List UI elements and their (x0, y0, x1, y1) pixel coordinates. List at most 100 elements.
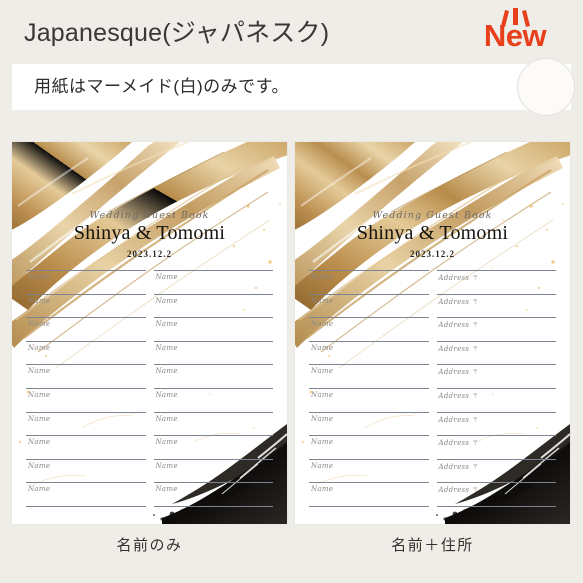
table-row: Name Address 〒 (309, 293, 556, 318)
name-field[interactable]: Name (26, 340, 146, 365)
name-label: Name (155, 273, 178, 281)
name-field[interactable]: Name (309, 411, 429, 436)
name-label: Name (311, 390, 334, 399)
address-field[interactable]: Address 〒 (436, 340, 556, 365)
product-card-name-plus-address[interactable]: Wedding Guest Book Shinya & Tomomi 2023.… (295, 142, 570, 524)
address-field[interactable]: Address 〒 (436, 364, 556, 388)
event-date: 2023.12.2 (127, 249, 172, 259)
name-label: Name (28, 273, 51, 281)
table-row: Name Name (26, 293, 273, 318)
address-label: Address 〒 (438, 274, 479, 282)
closing-rule-right (153, 505, 273, 507)
name-field[interactable]: Name (153, 270, 273, 294)
address-field[interactable]: Address 〒 (436, 435, 556, 459)
name-field[interactable]: Name (309, 482, 429, 506)
name-field[interactable]: Name (26, 293, 146, 318)
name-label: Name (155, 367, 178, 376)
name-field[interactable]: Name (26, 411, 146, 436)
table-row: Name Name (26, 411, 273, 436)
name-field[interactable]: Name (26, 270, 146, 294)
name-label: Name (311, 343, 334, 352)
name-label: Name (28, 367, 51, 376)
closing-rule-left (309, 505, 429, 507)
address-field[interactable]: Address 〒 (436, 317, 556, 341)
name-field[interactable]: Name (26, 435, 146, 459)
event-date: 2023.12.2 (410, 249, 455, 259)
address-field[interactable]: Address 〒 (436, 482, 556, 506)
name-label: Name (311, 273, 334, 281)
guest-entry-rows: Name Address 〒 Name Address 〒 Name Address… (309, 270, 556, 507)
name-field[interactable]: Name (309, 364, 429, 388)
name-label: Name (155, 461, 178, 470)
postal-mark-icon: 〒 (472, 345, 479, 353)
name-label: Name (28, 461, 51, 470)
address-field[interactable]: Address 〒 (436, 293, 556, 318)
name-field[interactable]: Name (26, 364, 146, 388)
caption-name-plus-address: 名前＋住所 (391, 537, 474, 554)
table-row: Name Address 〒 (309, 411, 556, 436)
name-field[interactable]: Name (26, 387, 146, 412)
table-row: Name Name (26, 340, 273, 365)
product-card-name-only[interactable]: Wedding Guest Book Shinya & Tomomi 2023.… (12, 142, 287, 524)
name-field[interactable]: Name (153, 340, 273, 365)
address-label: Address 〒 (438, 486, 479, 495)
closing-rule (309, 505, 556, 507)
address-field[interactable]: Address 〒 (436, 387, 556, 412)
name-label: Name (28, 320, 51, 329)
name-field[interactable]: Name (309, 340, 429, 365)
name-field[interactable]: Name (153, 293, 273, 318)
notice-bar: 用紙はマーメイド(白)のみです。 (12, 58, 575, 116)
closing-rule-right (436, 505, 556, 507)
name-label: Name (28, 485, 51, 494)
name-field[interactable]: Name (309, 293, 429, 318)
name-label: Name (155, 343, 178, 352)
name-field[interactable]: Name (153, 482, 273, 506)
name-label: Name (28, 414, 51, 423)
table-row: Name Address 〒 (309, 340, 556, 365)
guestbook-label: Wedding Guest Book (372, 210, 493, 221)
name-field[interactable]: Name (26, 458, 146, 483)
name-label: Name (311, 414, 334, 423)
new-badge: New (475, 8, 555, 60)
name-field[interactable]: Name (153, 317, 273, 341)
card-captions: 名前のみ 名前＋住所 (12, 534, 571, 555)
name-label: Name (28, 390, 51, 399)
name-label: Name (28, 438, 51, 447)
address-field[interactable]: Address 〒 (436, 411, 556, 436)
notice-text: 用紙はマーメイド(白)のみです。 (34, 77, 289, 96)
name-field[interactable]: Name (309, 435, 429, 459)
address-label: Address 〒 (438, 344, 479, 353)
name-field[interactable]: Name (309, 317, 429, 341)
postal-mark-icon: 〒 (472, 416, 479, 424)
postal-mark-icon: 〒 (472, 298, 479, 306)
table-row: Name Name (26, 482, 273, 506)
name-label: Name (155, 414, 178, 423)
new-badge-label: New (483, 18, 547, 53)
name-field[interactable]: Name (26, 317, 146, 341)
name-label: Name (311, 296, 334, 305)
name-field[interactable]: Name (309, 387, 429, 412)
postal-mark-icon: 〒 (472, 463, 479, 471)
name-field[interactable]: Name (153, 364, 273, 388)
name-label: Name (311, 438, 334, 447)
name-field[interactable]: Name (153, 458, 273, 483)
name-field[interactable]: Name (309, 270, 429, 294)
name-field[interactable]: Name (309, 458, 429, 483)
address-field[interactable]: Address 〒 (436, 458, 556, 483)
name-field[interactable]: Name (153, 387, 273, 412)
name-label: Name (311, 367, 334, 376)
name-label: Name (155, 296, 178, 305)
name-field[interactable]: Name (153, 411, 273, 436)
name-label: Name (28, 296, 51, 305)
name-field[interactable]: Name (26, 482, 146, 506)
address-label: Address 〒 (438, 415, 479, 424)
page-title: Japanesque(ジャパネスク) (24, 19, 330, 47)
table-row: Name Address 〒 (309, 387, 556, 412)
table-row: Name Name (26, 435, 273, 459)
table-row: Name Address 〒 (309, 458, 556, 483)
name-field[interactable]: Name (153, 435, 273, 459)
name-label: Name (311, 485, 334, 494)
postal-mark-icon: 〒 (472, 369, 479, 377)
address-field[interactable]: Address 〒 (436, 270, 556, 294)
address-label: Address 〒 (438, 297, 479, 306)
